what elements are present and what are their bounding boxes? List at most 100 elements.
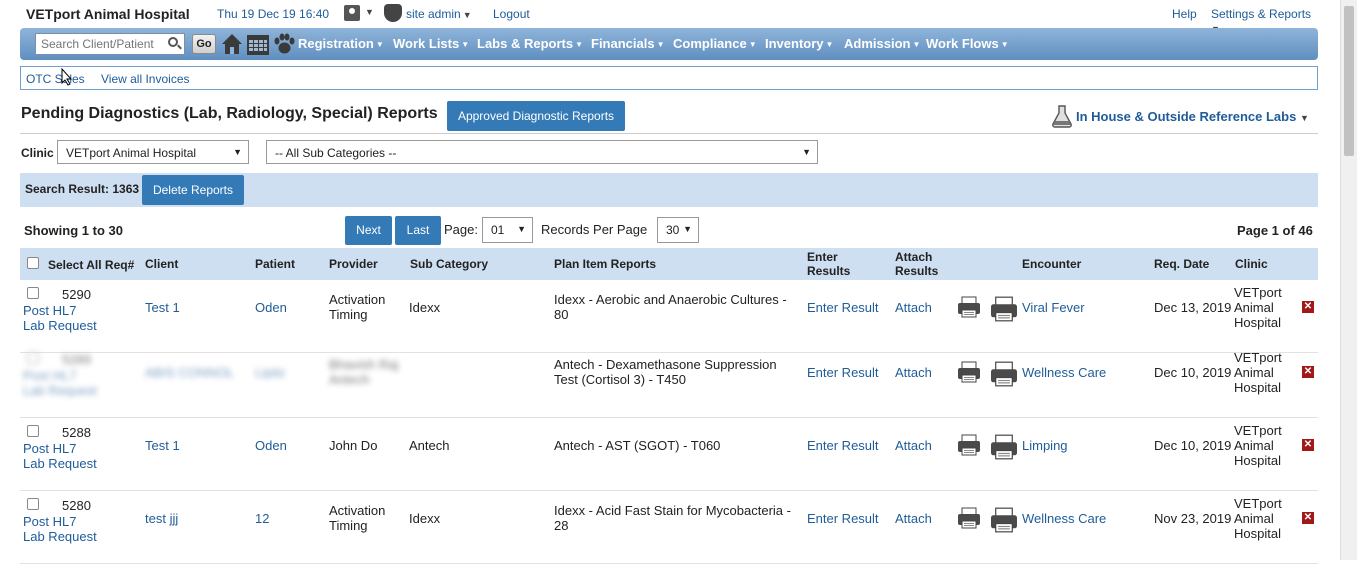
provider-line2: Antech bbox=[329, 372, 370, 387]
attach-link[interactable]: Attach bbox=[895, 365, 932, 380]
search-input[interactable] bbox=[35, 33, 185, 55]
attach-link[interactable]: Attach bbox=[895, 300, 932, 315]
nav-admission[interactable]: Admission ▼ bbox=[844, 36, 920, 51]
records-per-page-label: Records Per Page bbox=[541, 222, 648, 237]
print-icon[interactable] bbox=[957, 361, 981, 383]
col-encounter: Encounter bbox=[1022, 257, 1082, 271]
col-patient: Patient bbox=[255, 257, 296, 271]
nav-work-flows[interactable]: Work Flows ▼ bbox=[926, 36, 1009, 51]
next-page-button[interactable]: Next bbox=[345, 216, 392, 245]
records-per-page-select[interactable]: 30 ▼ bbox=[657, 217, 699, 243]
row-clinic: VETport Animal Hospital bbox=[1234, 285, 1282, 330]
nav-label: Admission bbox=[844, 36, 911, 51]
clinic-select[interactable]: VETport Animal Hospital ▼ bbox=[57, 140, 249, 164]
chevron-down-icon: ▼ bbox=[461, 40, 470, 50]
client-link[interactable]: test jjj bbox=[145, 511, 178, 526]
clinic-line1: VETport bbox=[1234, 423, 1282, 438]
post-hl7-line2: Lab Request bbox=[23, 456, 97, 471]
search-icon[interactable] bbox=[168, 37, 178, 47]
search-result-count: Search Result: 1363 bbox=[25, 182, 140, 196]
clinic-line3: Hospital bbox=[1234, 526, 1281, 541]
delete-reports-button[interactable]: Delete Reports bbox=[142, 175, 244, 205]
attach-link[interactable]: Attach bbox=[895, 511, 932, 526]
post-hl7-link[interactable]: Post HL7 Lab Request bbox=[23, 368, 97, 398]
paw-icon[interactable] bbox=[272, 32, 296, 56]
calendar-icon[interactable] bbox=[246, 32, 270, 56]
post-hl7-link[interactable]: Post HL7 Lab Request bbox=[23, 303, 97, 333]
client-link[interactable]: Test 1 bbox=[145, 300, 180, 315]
chevron-down-icon: ▼ bbox=[912, 40, 921, 50]
chevron-down-icon: ▼ bbox=[656, 40, 665, 50]
delete-row-icon[interactable]: ✕ bbox=[1302, 301, 1314, 313]
table-header: Select All Req# Client Patient Provider … bbox=[20, 248, 1318, 280]
main-nav: Go Registration▼ Work Lists▼ Labs & Repo… bbox=[20, 28, 1318, 60]
enter-result-link[interactable]: Enter Result bbox=[807, 438, 879, 453]
page-select[interactable]: 01 ▼ bbox=[482, 217, 533, 243]
client-link[interactable]: ABIS CONNOL bbox=[145, 365, 234, 380]
patient-link[interactable]: Oden bbox=[255, 438, 287, 453]
post-hl7-link[interactable]: Post HL7 Lab Request bbox=[23, 441, 97, 471]
encounter-link[interactable]: Wellness Care bbox=[1022, 511, 1106, 526]
nav-registration[interactable]: Registration ▼ bbox=[298, 36, 384, 51]
enter-result-link[interactable]: Enter Result bbox=[807, 365, 879, 380]
row-checkbox[interactable] bbox=[27, 425, 39, 437]
subcategory-select[interactable]: -- All Sub Categories -- ▼ bbox=[266, 140, 818, 164]
last-page-button[interactable]: Last bbox=[395, 216, 441, 245]
provider-line1: Activation bbox=[329, 292, 386, 307]
patient-link[interactable]: Oden bbox=[255, 300, 287, 315]
vertical-scrollbar[interactable] bbox=[1340, 0, 1357, 560]
encounter-link[interactable]: Viral Fever bbox=[1022, 300, 1085, 315]
patient-link[interactable]: 12 bbox=[255, 511, 269, 526]
print-label-icon[interactable] bbox=[989, 296, 1019, 322]
chevron-down-icon: ▼ bbox=[802, 147, 811, 157]
encounter-link[interactable]: Wellness Care bbox=[1022, 365, 1106, 380]
chevron-down-icon: ▼ bbox=[748, 40, 757, 50]
row-checkbox[interactable] bbox=[27, 287, 39, 299]
nav-inventory[interactable]: Inventory ▼ bbox=[765, 36, 833, 51]
logout-link[interactable]: Logout bbox=[493, 7, 530, 21]
help-link[interactable]: Help bbox=[1172, 7, 1197, 21]
delete-row-icon[interactable]: ✕ bbox=[1302, 439, 1314, 451]
req-number: 5289 bbox=[62, 352, 91, 367]
go-button[interactable]: Go bbox=[192, 34, 216, 54]
chevron-down-icon: ▼ bbox=[1000, 40, 1009, 50]
nav-work-lists[interactable]: Work Lists ▼ bbox=[393, 36, 469, 51]
plan-item-line1: Antech - Dexamethasone Suppression bbox=[554, 357, 777, 372]
row-checkbox[interactable] bbox=[27, 498, 39, 510]
home-icon[interactable] bbox=[221, 32, 243, 56]
reference-labs-menu[interactable]: In House & Outside Reference Labs ▼ bbox=[1076, 109, 1309, 124]
provider-line1: Activation bbox=[329, 503, 386, 518]
print-label-icon[interactable] bbox=[989, 507, 1019, 533]
print-icon[interactable] bbox=[957, 507, 981, 529]
select-all-checkbox[interactable] bbox=[27, 257, 39, 269]
enter-result-link[interactable]: Enter Result bbox=[807, 511, 879, 526]
clinic-line3: Hospital bbox=[1234, 315, 1281, 330]
user-menu[interactable]: site admin ▼ bbox=[406, 7, 472, 21]
print-icon[interactable] bbox=[957, 296, 981, 318]
user-icon[interactable] bbox=[344, 5, 360, 21]
patient-link[interactable]: Lipitz bbox=[255, 365, 285, 380]
provider-line1: John Do bbox=[329, 438, 378, 453]
nav-financials[interactable]: Financials ▼ bbox=[591, 36, 665, 51]
client-link[interactable]: Test 1 bbox=[145, 438, 180, 453]
delete-row-icon[interactable]: ✕ bbox=[1302, 366, 1314, 378]
view-invoices-link[interactable]: View all Invoices bbox=[101, 72, 190, 86]
scrollbar-thumb[interactable] bbox=[1344, 6, 1354, 156]
enter-result-link[interactable]: Enter Result bbox=[807, 300, 879, 315]
nav-labs-reports[interactable]: Labs & Reports ▼ bbox=[477, 36, 583, 51]
print-label-icon[interactable] bbox=[989, 361, 1019, 387]
encounter-link[interactable]: Limping bbox=[1022, 438, 1068, 453]
print-label-icon[interactable] bbox=[989, 434, 1019, 460]
post-hl7-line1: Post HL7 bbox=[23, 514, 77, 529]
nav-compliance[interactable]: Compliance ▼ bbox=[673, 36, 757, 51]
user-name: site admin bbox=[406, 7, 461, 21]
row-checkbox[interactable] bbox=[27, 352, 39, 364]
chevron-down-icon[interactable]: ▼ bbox=[365, 7, 374, 17]
otc-sales-link[interactable]: OTC Sales bbox=[26, 72, 85, 86]
print-icon[interactable] bbox=[957, 434, 981, 456]
clinic-line2: Animal bbox=[1234, 438, 1274, 453]
post-hl7-link[interactable]: Post HL7 Lab Request bbox=[23, 514, 97, 544]
approved-reports-button[interactable]: Approved Diagnostic Reports bbox=[447, 101, 625, 131]
delete-row-icon[interactable]: ✕ bbox=[1302, 512, 1314, 524]
attach-link[interactable]: Attach bbox=[895, 438, 932, 453]
